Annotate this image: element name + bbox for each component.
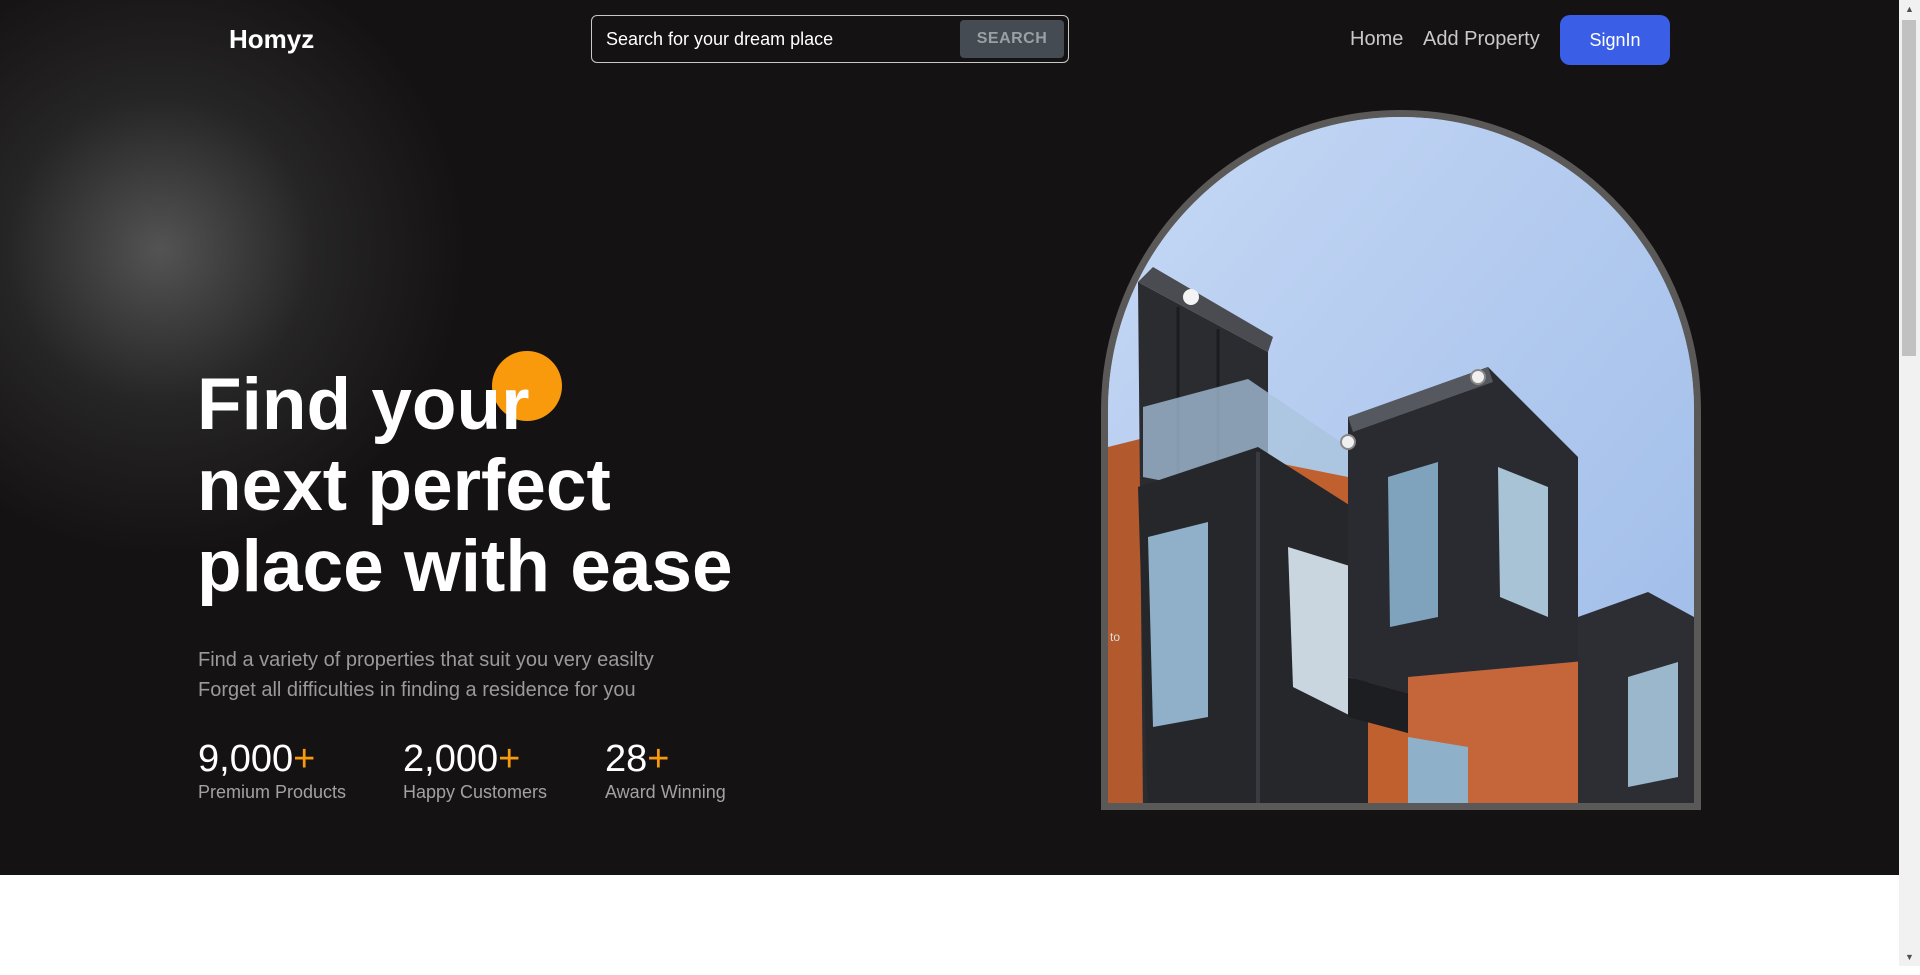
search-input[interactable] <box>606 25 946 53</box>
nav-home-link[interactable]: Home <box>1350 28 1403 51</box>
hero-image-arch <box>1101 110 1701 810</box>
scroll-down-icon[interactable]: ▼ <box>1899 948 1920 966</box>
stat-label: Happy Customers <box>403 782 548 802</box>
stat-happy-customers: 2,000+ Happy Customers <box>403 736 547 803</box>
stat-premium-products: 9,000+ Premium Products <box>198 736 346 803</box>
search-bar: SEARCH <box>591 15 1069 63</box>
stat-label: Premium Products <box>198 782 347 802</box>
scroll-up-icon[interactable]: ▲ <box>1899 0 1920 18</box>
search-button[interactable]: SEARCH <box>960 20 1064 58</box>
scroll-thumb[interactable] <box>1902 20 1916 356</box>
image-alt-text: to <box>1110 630 1121 644</box>
hero-title: Find your next perfect place with ease <box>197 364 837 607</box>
stat-value: 9,000+ <box>198 738 316 780</box>
brand-logo[interactable]: Homyz <box>229 24 314 55</box>
hero-title-line: Find your <box>197 364 530 445</box>
hero-title-line: place with ease <box>197 526 733 607</box>
hero-subtitle: Find a variety of properties that suit y… <box>198 645 654 705</box>
stat-value: 28+ <box>605 738 670 780</box>
page-scrollbar[interactable]: ▲ ▼ <box>1899 0 1920 966</box>
hero-title-line: next perfect <box>197 445 611 526</box>
stat-award-winning: 28+ Award Winning <box>605 736 726 803</box>
next-section-title-peek <box>208 955 358 975</box>
hero-subtitle-line: Find a variety of properties that suit y… <box>198 649 654 671</box>
stat-label: Award Winning <box>605 782 726 802</box>
hero-section: Homyz SEARCH Home Add Property SignIn Fi… <box>0 0 1899 875</box>
signin-button[interactable]: SignIn <box>1560 15 1670 65</box>
hero-subtitle-line: Forget all difficulties in finding a res… <box>198 679 636 701</box>
stat-value: 2,000+ <box>403 738 521 780</box>
nav-add-property-link[interactable]: Add Property <box>1423 28 1540 51</box>
building-photo <box>1108 117 1694 803</box>
